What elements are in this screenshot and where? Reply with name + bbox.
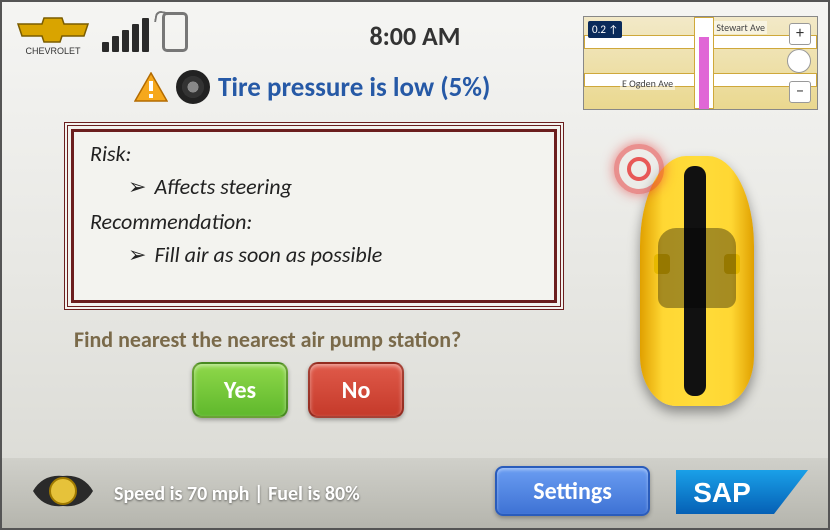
minimap-street-label: Stewart Ave bbox=[714, 21, 767, 34]
prompt-question: Find nearest the nearest air pump statio… bbox=[74, 326, 461, 353]
minimap-street-label: E Ogden Ave bbox=[620, 77, 675, 90]
yes-button[interactable]: Yes bbox=[192, 362, 288, 418]
svg-text:SAP: SAP bbox=[693, 477, 751, 508]
status-text: Speed is 70 mph | Fuel is 80% bbox=[114, 482, 360, 506]
recommendation-item: ➢Fill air as soon as possible bbox=[128, 241, 538, 268]
signal-strength-icon bbox=[102, 18, 149, 52]
chevrolet-logo: CHEVROLET bbox=[12, 10, 94, 58]
no-button[interactable]: No bbox=[308, 362, 404, 418]
minimap-turn-hint: 0.2 ↑ bbox=[588, 21, 622, 38]
settings-button[interactable]: Settings bbox=[495, 466, 650, 516]
phone-icon bbox=[162, 12, 188, 52]
sap-logo: SAP bbox=[674, 464, 814, 520]
risk-label: Risk: bbox=[90, 140, 538, 167]
risk-item: ➢Affects steering bbox=[128, 173, 538, 200]
navigation-minimap[interactable]: 0.2 ↑ Stewart Ave E Ogden Ave + − bbox=[583, 16, 818, 110]
warning-icon bbox=[134, 72, 168, 102]
zoom-out-button[interactable]: − bbox=[789, 81, 811, 103]
achievement-badge-icon bbox=[28, 466, 98, 516]
tire-alert-indicator bbox=[614, 144, 664, 194]
recommendation-label: Recommendation: bbox=[90, 208, 538, 235]
compass-icon[interactable] bbox=[787, 49, 811, 73]
risk-recommendation-panel: Risk: ➢Affects steering Recommendation: … bbox=[64, 122, 564, 310]
svg-text:CHEVROLET: CHEVROLET bbox=[25, 46, 81, 56]
clock: 8:00 AM bbox=[369, 20, 460, 52]
zoom-in-button[interactable]: + bbox=[789, 23, 811, 45]
alert-title: Tire pressure is low (5%) bbox=[218, 71, 490, 104]
vehicle-diagram bbox=[612, 122, 782, 422]
tire-icon bbox=[176, 70, 210, 104]
